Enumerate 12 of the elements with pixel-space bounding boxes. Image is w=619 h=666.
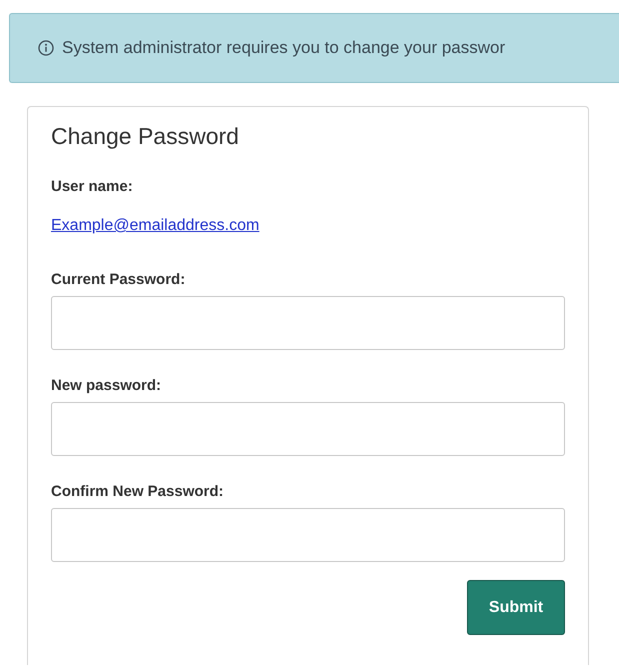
field-label: Current Password: xyxy=(51,271,186,288)
info-icon xyxy=(38,40,54,56)
field-label: Confirm New Password: xyxy=(51,483,225,500)
username-link[interactable]: Example@emailaddress.com xyxy=(51,217,260,234)
alert-message: System administrator requires you to change your passwor xyxy=(62,38,506,58)
password-field[interactable] xyxy=(51,296,565,350)
password-field[interactable] xyxy=(51,402,565,456)
password-field[interactable] xyxy=(51,508,565,562)
username-label: User name: xyxy=(51,178,134,195)
field-label: New password: xyxy=(51,377,162,394)
submit-button[interactable]: Submit xyxy=(467,580,565,635)
card-title: Change Password xyxy=(51,123,240,150)
